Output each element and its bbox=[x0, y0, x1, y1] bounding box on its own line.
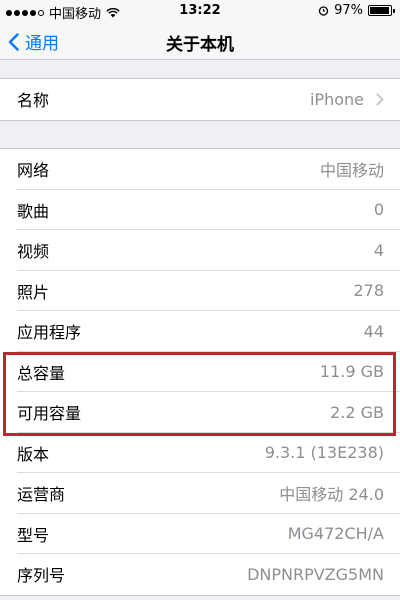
row-label: 序列号 bbox=[17, 566, 66, 586]
row-label: 运营商 bbox=[17, 485, 66, 505]
row-value: 0 bbox=[373, 200, 384, 220]
info-row: 应用程序 44 bbox=[0, 311, 400, 352]
info-row: 可用容量 2.2 GB bbox=[0, 392, 400, 433]
info-row: 型号 MG472CH/A bbox=[0, 514, 400, 554]
row-value: 11.9 GB bbox=[319, 362, 384, 382]
row-label: 总容量 bbox=[17, 363, 66, 383]
row-value: 中国移动 bbox=[319, 161, 384, 181]
status-right: 97% bbox=[318, 3, 395, 18]
navigation-bar: 通用 关于本机 bbox=[0, 22, 400, 60]
row-value: 278 bbox=[353, 281, 384, 301]
info-row: 视频 4 bbox=[0, 230, 400, 271]
battery-percent: 97% bbox=[334, 3, 363, 18]
battery-icon bbox=[368, 5, 395, 16]
row-label: 名称 bbox=[17, 91, 50, 111]
row-label: 应用程序 bbox=[17, 323, 82, 343]
info-row: 总容量 11.9 GB bbox=[0, 352, 400, 392]
about-info-list: 网络 中国移动歌曲 0 视频 4 照片 278 应用程序 44 总容量 11.9 GB 可用容量 2.2… bbox=[0, 148, 400, 596]
info-row: 运营商 中国移动 24.0 bbox=[0, 473, 400, 514]
row-value: 9.3.1 (13E238) bbox=[264, 443, 384, 463]
name-group: 名称 iPhone bbox=[0, 78, 400, 121]
info-row: 歌曲 0 bbox=[0, 190, 400, 230]
row-label: 歌曲 bbox=[17, 201, 50, 221]
row-value: MG472CH/A bbox=[287, 524, 384, 544]
row-label: 可用容量 bbox=[17, 404, 82, 424]
info-row: 版本 9.3.1 (13E238) bbox=[0, 433, 400, 473]
status-bar: 中国移动 13:22 97% bbox=[0, 0, 400, 22]
row-label: 版本 bbox=[17, 444, 50, 464]
row-label: 照片 bbox=[17, 282, 50, 302]
row-value: 4 bbox=[373, 240, 384, 260]
row-value: 2.2 GB bbox=[330, 402, 384, 422]
row-value: iPhone bbox=[309, 89, 364, 109]
row-label: 网络 bbox=[17, 161, 50, 181]
info-row: 序列号 DNPNRPVZG5MN bbox=[0, 554, 400, 595]
info-row: 照片 278 bbox=[0, 271, 400, 311]
row-value: DNPNRPVZG5MN bbox=[247, 564, 384, 584]
page-title: 关于本机 bbox=[166, 35, 234, 55]
name-row[interactable]: 名称 iPhone bbox=[0, 79, 400, 120]
alarm-icon bbox=[318, 6, 329, 16]
row-label: 视频 bbox=[17, 242, 50, 262]
chevron-right-icon bbox=[376, 93, 384, 106]
info-row: 网络 中国移动 bbox=[0, 149, 400, 190]
row-value: 44 bbox=[363, 321, 384, 341]
row-label: 型号 bbox=[17, 525, 50, 545]
row-value: 中国移动 24.0 bbox=[279, 485, 384, 505]
